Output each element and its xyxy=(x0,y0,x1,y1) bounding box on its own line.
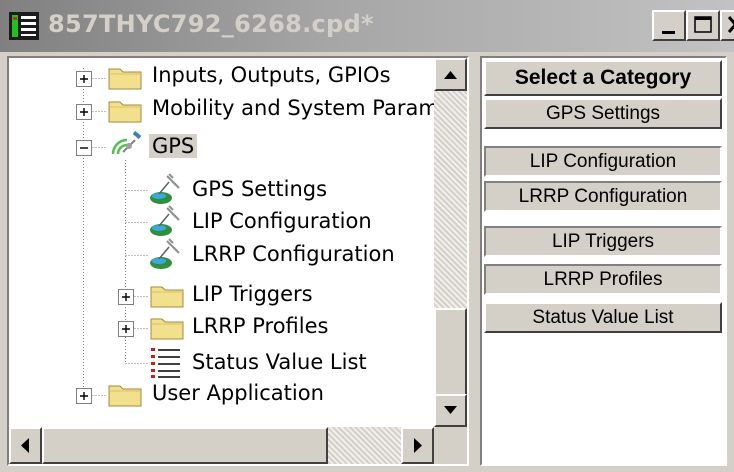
folder-icon xyxy=(107,63,143,95)
document-app-icon[interactable] xyxy=(8,11,40,41)
arrow-up-icon xyxy=(444,71,457,79)
list-icon xyxy=(149,345,183,383)
minimize-icon xyxy=(662,31,675,34)
expand-inputs-button[interactable] xyxy=(76,71,92,87)
vertical-scrollbar[interactable] xyxy=(434,58,467,427)
category-button-lrrp-configuration[interactable]: LRRP Configuration xyxy=(484,181,722,212)
category-button-lip-configuration[interactable]: LIP Configuration xyxy=(484,146,722,177)
plus-icon xyxy=(80,75,88,83)
close-button[interactable] xyxy=(720,10,734,41)
tree-item-lrrp-profiles[interactable]: LRRP Profiles xyxy=(192,314,328,338)
collapse-gps-button[interactable] xyxy=(76,140,92,156)
tree-item-gps-settings[interactable]: GPS Settings xyxy=(192,177,327,201)
tree-item-lip-triggers[interactable]: LIP Triggers xyxy=(192,282,313,306)
category-button-status-value-list[interactable]: Status Value List xyxy=(484,302,722,333)
scrollbar-corner xyxy=(434,427,467,464)
tree-item-inputs-outputs-gpios[interactable]: Inputs, Outputs, GPIOs xyxy=(152,63,391,87)
folder-icon xyxy=(107,96,143,128)
plus-icon xyxy=(80,108,88,116)
minus-icon xyxy=(80,147,88,149)
gps-satellite-icon xyxy=(109,128,143,166)
title-bar[interactable]: 857THYC792_6268.cpd* xyxy=(0,0,734,52)
folder-icon xyxy=(149,313,185,345)
expand-lip-triggers-button[interactable] xyxy=(118,289,134,305)
vertical-scroll-thumb[interactable] xyxy=(434,308,467,396)
horizontal-scrollbar[interactable] xyxy=(9,427,434,464)
expand-lrrp-profiles-button[interactable] xyxy=(118,321,134,337)
folder-icon xyxy=(107,380,143,412)
horizontal-scroll-thumb[interactable] xyxy=(42,427,328,464)
window-title: 857THYC792_6268.cpd* xyxy=(48,10,374,38)
plus-icon xyxy=(122,293,130,301)
tree-item-gps[interactable]: GPS xyxy=(149,134,198,158)
folder-icon xyxy=(149,281,185,313)
close-icon xyxy=(727,16,734,33)
scroll-up-button[interactable] xyxy=(434,58,467,91)
plus-icon xyxy=(80,392,88,400)
arrow-left-icon xyxy=(21,438,29,453)
category-selector-panel: Select a Category GPS Settings LIP Confi… xyxy=(480,56,727,466)
scroll-right-button[interactable] xyxy=(401,427,434,464)
app-window: 857THYC792_6268.cpd* Inputs, Outputs, GP… xyxy=(0,0,734,472)
plus-icon xyxy=(122,325,130,333)
arrow-down-icon xyxy=(444,406,457,414)
category-button-lip-triggers[interactable]: LIP Triggers xyxy=(484,226,722,257)
gps-satellite-icon xyxy=(147,237,183,275)
arrow-right-icon xyxy=(414,438,422,453)
select-category-header: Select a Category xyxy=(484,60,722,96)
expand-user-application-button[interactable] xyxy=(76,388,92,404)
maximize-button[interactable] xyxy=(686,10,720,41)
tree-item-lrrp-configuration[interactable]: LRRP Configuration xyxy=(192,242,395,266)
scroll-down-button[interactable] xyxy=(434,394,467,427)
category-button-gps-settings[interactable]: GPS Settings xyxy=(484,98,722,129)
maximize-icon xyxy=(694,16,712,33)
expand-mobility-button[interactable] xyxy=(76,104,92,120)
tree-item-status-value-list[interactable]: Status Value List xyxy=(192,350,367,374)
tree-item-user-application[interactable]: User Application xyxy=(152,381,324,405)
minimize-button[interactable] xyxy=(652,10,686,41)
scroll-left-button[interactable] xyxy=(9,427,42,464)
tree-item-mobility-system-params[interactable]: Mobility and System Param xyxy=(152,96,439,120)
category-button-lrrp-profiles[interactable]: LRRP Profiles xyxy=(484,264,722,295)
tree-item-lip-configuration[interactable]: LIP Configuration xyxy=(192,209,372,233)
category-tree[interactable]: Inputs, Outputs, GPIOs Mobility and Syst… xyxy=(7,56,469,466)
